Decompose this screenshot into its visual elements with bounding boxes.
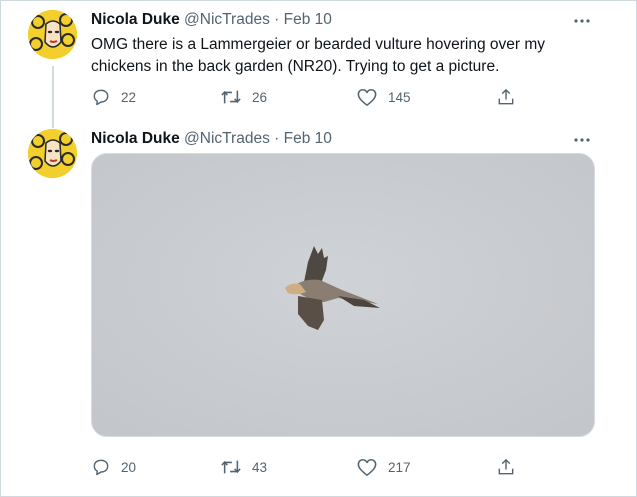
avatar-image [28,129,77,178]
more-button[interactable] [571,13,593,29]
retweet-arrows-icon [221,460,241,474]
tweet-text-line: chickens in the back garden (NR20). Tryi… [91,58,500,75]
reply-bubble-icon [93,459,109,476]
retweet-button[interactable]: 26 [220,85,267,109]
reply-button[interactable]: 20 [91,455,136,479]
retweet-button[interactable]: 43 [220,455,267,479]
tweet-actions: 22 26 145 [0,85,637,109]
author-name[interactable]: Nicola Duke [91,130,180,147]
more-dots-icon [574,19,590,23]
reply-bubble-icon [93,89,109,106]
author-name[interactable]: Nicola Duke [91,11,180,28]
reply-count: 22 [121,89,137,105]
like-count: 145 [388,89,411,105]
tweet-date[interactable]: Feb 10 [284,11,332,28]
heart-icon [357,88,377,106]
tweet-date[interactable]: Feb 10 [284,130,332,147]
author-handle[interactable]: @NicTrades [184,11,270,28]
like-button[interactable]: 217 [356,455,411,479]
like-button[interactable]: 145 [356,85,411,109]
tweet-text: OMG there is a Lammergeier or bearded vu… [91,34,591,78]
reply-button[interactable]: 22 [91,85,136,109]
avatar-image [28,10,77,59]
avatar[interactable] [28,10,77,59]
retweet-count: 26 [252,89,268,105]
share-button[interactable] [496,85,526,109]
tweet-header: Nicola Duke @NicTrades · Feb 10 [91,129,332,149]
share-button[interactable] [496,455,526,479]
photo-of-bird-in-flight [92,154,594,436]
share-upload-icon [498,88,514,105]
tweet-text-line: OMG there is a Lammergeier or bearded vu… [91,36,546,53]
reply-count: 20 [121,459,137,475]
separator: · [274,130,280,147]
heart-icon [357,458,377,476]
retweet-arrows-icon [221,90,241,104]
separator: · [274,11,280,28]
retweet-count: 43 [252,459,268,475]
share-upload-icon [498,458,514,475]
author-handle[interactable]: @NicTrades [184,130,270,147]
tweet-header: Nicola Duke @NicTrades · Feb 10 [91,10,332,30]
more-button[interactable] [571,132,593,148]
tweet-actions: 20 43 217 [0,455,637,479]
like-count: 217 [388,459,411,475]
more-dots-icon [574,138,590,142]
avatar[interactable] [28,129,77,178]
tweet-photo[interactable] [91,153,595,437]
